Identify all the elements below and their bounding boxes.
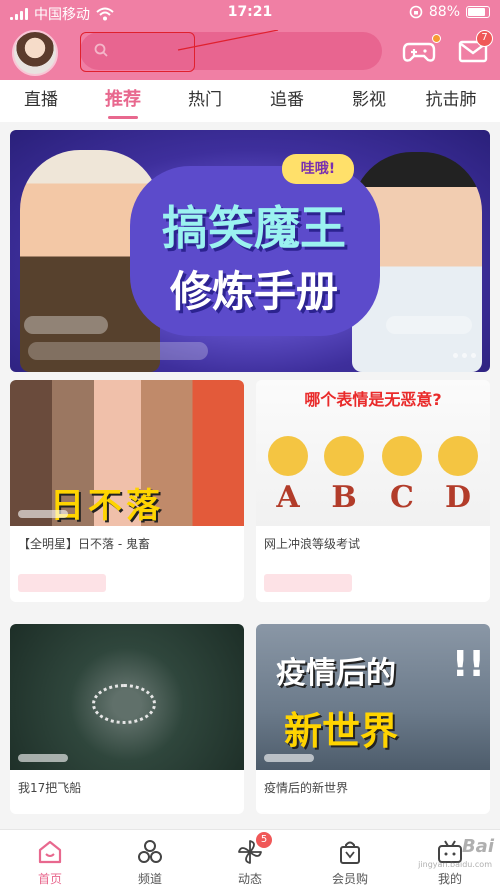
thumbnail-question: 哪个表情是无恶意? <box>304 390 442 409</box>
rotation-lock-icon <box>409 5 423 19</box>
nav-label: 动态 <box>237 872 262 886</box>
tab-popular[interactable]: 热门 <box>164 80 246 122</box>
nav-home[interactable]: 首页 <box>0 830 100 889</box>
play-count <box>264 754 314 762</box>
play-count <box>18 510 68 518</box>
video-tag <box>18 574 106 592</box>
nav-member-shop[interactable]: 会员购 <box>300 830 400 889</box>
baidu-watermark-url: jingyan.baidu.com <box>418 860 492 869</box>
banner-title-line1: 搞笑魔王 <box>162 201 346 255</box>
thumbnail-text-line1: 疫情后的 <box>276 656 396 691</box>
baidu-watermark: Bai <box>461 836 494 857</box>
banner-caption <box>28 342 208 360</box>
thumbnail-text: 日不落 <box>50 486 164 526</box>
home-icon <box>38 840 62 864</box>
banner-tag-left <box>24 316 108 334</box>
annotation-arrow-line <box>177 30 279 51</box>
shopping-bag-icon <box>340 841 360 864</box>
banner-carousel[interactable]: 哇哦! 搞笑魔王 修炼手册 <box>10 130 490 372</box>
video-card[interactable]: 我17把飞船 <box>10 624 244 814</box>
nav-label: 我的 <box>437 872 462 886</box>
nav-channels[interactable]: 频道 <box>100 830 200 889</box>
tab-anime[interactable]: 追番 <box>246 80 328 122</box>
nav-mine[interactable]: 我的 Bai jingyan.baidu.com <box>400 830 500 889</box>
option-letter: B <box>331 480 357 515</box>
banner-pill: 哇哦! <box>282 154 354 184</box>
play-count <box>18 754 68 762</box>
nav-dynamics[interactable]: 5 动态 <box>200 830 300 889</box>
tab-fight-epidemic[interactable]: 抗击肺 <box>410 80 492 122</box>
video-thumbnail: 疫情后的 !! 新世界 <box>256 624 490 770</box>
option-letter: C <box>390 480 414 515</box>
app-header: 7 <box>0 26 500 80</box>
exclamation-marks: !! <box>452 644 485 685</box>
category-tabs: 直播 推荐 热门 追番 影视 抗击肺 <box>0 80 500 122</box>
video-card[interactable]: 日不落 【全明星】日不落 - 鬼畜 <box>10 380 244 602</box>
game-ring <box>92 684 156 724</box>
video-title: 网上冲浪等级考试 <box>264 537 361 551</box>
emoji-face-icon <box>268 436 308 476</box>
tab-recommended[interactable]: 推荐 <box>82 80 164 122</box>
emoji-face-icon <box>438 436 478 476</box>
status-bar: 中国移动 17:21 88% <box>0 0 500 26</box>
tab-movies[interactable]: 影视 <box>328 80 410 122</box>
video-thumbnail: 哪个表情是无恶意? A B C D <box>256 380 490 526</box>
gamepad-icon[interactable] <box>402 36 436 66</box>
video-title: 我17把飞船 <box>18 781 82 795</box>
video-tag <box>264 574 352 592</box>
video-card[interactable]: 疫情后的 !! 新世界 疫情后的新世界 <box>256 624 490 814</box>
banner-tag-right <box>386 316 472 334</box>
mail-badge: 7 <box>476 30 493 47</box>
video-card[interactable]: 哪个表情是无恶意? A B C D 网上冲浪等级考试 <box>256 380 490 602</box>
option-letter: D <box>444 480 471 515</box>
video-title: 【全明星】日不落 - 鬼畜 <box>18 537 150 551</box>
notification-dot <box>432 34 441 43</box>
nav-label: 首页 <box>37 872 62 886</box>
tab-live[interactable]: 直播 <box>0 80 82 122</box>
carousel-dots <box>453 353 476 358</box>
option-letter: A <box>276 480 300 515</box>
banner-title-line2: 修炼手册 <box>169 267 338 316</box>
emoji-face-icon <box>324 436 364 476</box>
channels-icon <box>138 840 162 863</box>
bottom-navigation: 首页 频道 5 动态 会员购 我的 Bai jingyan.baidu.com <box>0 829 500 889</box>
battery-percent: 88% <box>428 4 460 20</box>
nav-label: 频道 <box>137 872 162 886</box>
user-avatar[interactable] <box>12 30 58 76</box>
video-thumbnail: 日不落 <box>10 380 244 526</box>
battery-icon <box>466 6 490 18</box>
status-right: 88% <box>409 4 490 20</box>
thumbnail-text-line2: 新世界 <box>284 709 399 753</box>
emoji-face-icon <box>382 436 422 476</box>
video-title: 疫情后的新世界 <box>264 781 349 795</box>
video-thumbnail <box>10 624 244 770</box>
nav-label: 会员购 <box>331 872 368 886</box>
dynamics-badge: 5 <box>256 832 272 848</box>
recommend-feed: 哇哦! 搞笑魔王 修炼手册 日不落 【全明星】日不落 - 鬼畜 哪个表情是无恶意… <box>0 122 500 829</box>
